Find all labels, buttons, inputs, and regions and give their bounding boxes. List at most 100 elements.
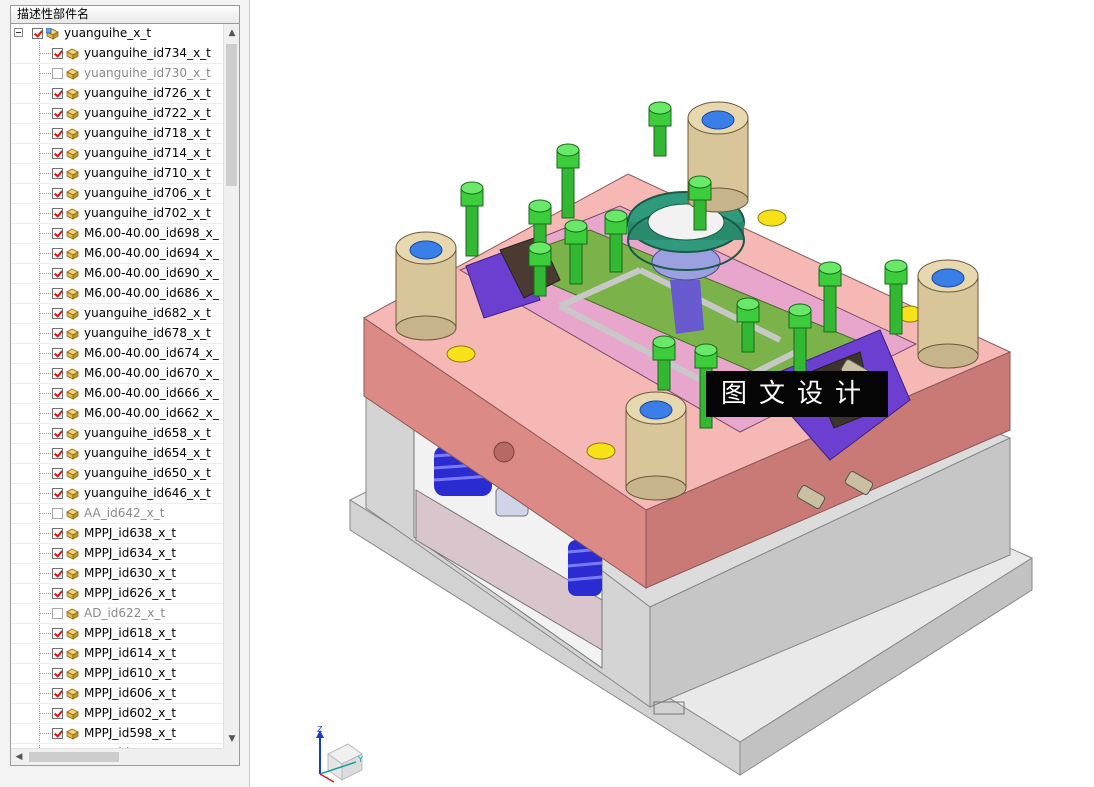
- checkbox-icon[interactable]: [52, 288, 63, 299]
- tree-item[interactable]: yuanguihe_id726_x_t: [11, 84, 224, 104]
- tree-column-header[interactable]: 描述性部件名: [10, 5, 240, 24]
- checkbox-icon[interactable]: [52, 548, 63, 559]
- tree-item[interactable]: yuanguihe_id646_x_t: [11, 484, 224, 504]
- tree-item[interactable]: MPPJ_id602_x_t: [11, 704, 224, 724]
- tree-item[interactable]: AD_id622_x_t: [11, 604, 224, 624]
- checkbox-icon[interactable]: [52, 68, 63, 79]
- tree-item[interactable]: M6.00-40.00_id674_x_: [11, 344, 224, 364]
- tree-item[interactable]: MPPJ_id614_x_t: [11, 644, 224, 664]
- checkbox-icon[interactable]: [52, 188, 63, 199]
- tree-item[interactable]: MPPJ_id634_x_t: [11, 544, 224, 564]
- tree-guide: [40, 453, 51, 454]
- tree-item[interactable]: M6.00-40.00_id698_x_: [11, 224, 224, 244]
- tree-guide: [40, 73, 51, 74]
- tree-item[interactable]: M6.00-40.00_id662_x_: [11, 404, 224, 424]
- checkbox-icon[interactable]: [52, 268, 63, 279]
- tree-item[interactable]: MPPJ_id618_x_t: [11, 624, 224, 644]
- tree-horizontal-scrollbar[interactable]: ◀ ▶: [11, 748, 239, 765]
- checkbox-icon[interactable]: [52, 408, 63, 419]
- checkbox-icon[interactable]: [52, 528, 63, 539]
- tree-guide: [40, 313, 51, 314]
- tree-item[interactable]: AA_id642_x_t: [11, 504, 224, 524]
- collapse-minus-icon[interactable]: [14, 28, 23, 37]
- tree-guide: [40, 133, 51, 134]
- checkbox-icon[interactable]: [52, 588, 63, 599]
- tree-item-label: M6.00-40.00_id666_x_: [84, 386, 219, 400]
- checkbox-icon[interactable]: [52, 688, 63, 699]
- tree-item-label: M6.00-40.00_id694_x_: [84, 246, 219, 260]
- tree-item[interactable]: yuanguihe_id710_x_t: [11, 164, 224, 184]
- checkbox-icon[interactable]: [52, 368, 63, 379]
- tree-guide: [40, 373, 51, 374]
- tree-vertical-scrollbar[interactable]: ▲ ▼: [223, 24, 239, 748]
- checkbox-icon[interactable]: [52, 668, 63, 679]
- checkbox-icon[interactable]: [52, 128, 63, 139]
- mold-assembly-model[interactable]: [250, 0, 1094, 787]
- part-cube-icon: [66, 368, 79, 380]
- tree-root[interactable]: yuanguihe_x_t: [11, 24, 224, 44]
- tree-item[interactable]: yuanguihe_id678_x_t: [11, 324, 224, 344]
- checkbox-icon[interactable]: [52, 328, 63, 339]
- tree-item[interactable]: yuanguihe_id658_x_t: [11, 424, 224, 444]
- tree-item[interactable]: yuanguihe_id718_x_t: [11, 124, 224, 144]
- checkbox-icon[interactable]: [52, 648, 63, 659]
- tree-item-label: yuanguihe_id714_x_t: [84, 146, 211, 160]
- checkbox-icon[interactable]: [52, 208, 63, 219]
- checkbox-icon[interactable]: [52, 468, 63, 479]
- tree-item[interactable]: yuanguihe_id730_x_t: [11, 64, 224, 84]
- checkbox-icon[interactable]: [52, 388, 63, 399]
- checkbox-icon[interactable]: [52, 308, 63, 319]
- tree-item[interactable]: MPPJ_id638_x_t: [11, 524, 224, 544]
- tree-item[interactable]: yuanguihe_id650_x_t: [11, 464, 224, 484]
- tree-guide: [40, 213, 51, 214]
- checkbox-icon[interactable]: [52, 248, 63, 259]
- part-cube-icon: [66, 528, 79, 540]
- checkbox-icon[interactable]: [52, 168, 63, 179]
- tree-item[interactable]: yuanguihe_id734_x_t: [11, 44, 224, 64]
- scroll-left-icon[interactable]: ◀: [11, 749, 27, 765]
- tree-item[interactable]: M6.00-40.00_id666_x_: [11, 384, 224, 404]
- tree-item[interactable]: MPPJ_id606_x_t: [11, 684, 224, 704]
- tree-guide: [40, 413, 51, 414]
- tree-item[interactable]: M6.00-40.00_id686_x_: [11, 284, 224, 304]
- checkbox-icon[interactable]: [52, 448, 63, 459]
- orientation-triad[interactable]: Z Y: [310, 724, 370, 784]
- checkbox-icon[interactable]: [52, 488, 63, 499]
- checkbox-icon[interactable]: [52, 88, 63, 99]
- tree-item[interactable]: M6.00-40.00_id694_x_: [11, 244, 224, 264]
- scroll-up-icon[interactable]: ▲: [224, 24, 239, 42]
- tree-item[interactable]: yuanguihe_id706_x_t: [11, 184, 224, 204]
- tree-item[interactable]: M6.00-40.00_id690_x_: [11, 264, 224, 284]
- scroll-down-icon[interactable]: ▼: [224, 730, 239, 748]
- checkbox-icon[interactable]: [32, 28, 43, 39]
- checkbox-icon[interactable]: [52, 628, 63, 639]
- tree-item[interactable]: yuanguihe_id702_x_t: [11, 204, 224, 224]
- checkbox-icon[interactable]: [52, 148, 63, 159]
- tree-guide: [40, 473, 51, 474]
- part-cube-icon: [66, 588, 79, 600]
- graphics-viewport[interactable]: 图文设计 Z Y: [250, 0, 1094, 787]
- checkbox-icon[interactable]: [52, 508, 63, 519]
- tree-item[interactable]: MPPJ_id610_x_t: [11, 664, 224, 684]
- tree-item[interactable]: MPPJ_id626_x_t: [11, 584, 224, 604]
- checkbox-icon[interactable]: [52, 48, 63, 59]
- checkbox-icon[interactable]: [52, 568, 63, 579]
- checkbox-icon[interactable]: [52, 708, 63, 719]
- part-cube-icon: [66, 308, 79, 320]
- tree-item[interactable]: MPPJ_id630_x_t: [11, 564, 224, 584]
- checkbox-icon[interactable]: [52, 728, 63, 739]
- tree-item[interactable]: yuanguihe_id722_x_t: [11, 104, 224, 124]
- tree-item[interactable]: yuanguihe_id654_x_t: [11, 444, 224, 464]
- checkbox-icon[interactable]: [52, 348, 63, 359]
- tree-guide: [40, 193, 51, 194]
- scrollbar-thumb[interactable]: [226, 44, 237, 186]
- tree-item[interactable]: yuanguihe_id682_x_t: [11, 304, 224, 324]
- tree-item[interactable]: MPPJ_id598_x_t: [11, 724, 224, 744]
- checkbox-icon[interactable]: [52, 428, 63, 439]
- checkbox-icon[interactable]: [52, 108, 63, 119]
- tree-item[interactable]: yuanguihe_id714_x_t: [11, 144, 224, 164]
- tree-item[interactable]: M6.00-40.00_id670_x_: [11, 364, 224, 384]
- scrollbar-thumb-horizontal[interactable]: [29, 752, 119, 762]
- checkbox-icon[interactable]: [52, 228, 63, 239]
- checkbox-icon[interactable]: [52, 608, 63, 619]
